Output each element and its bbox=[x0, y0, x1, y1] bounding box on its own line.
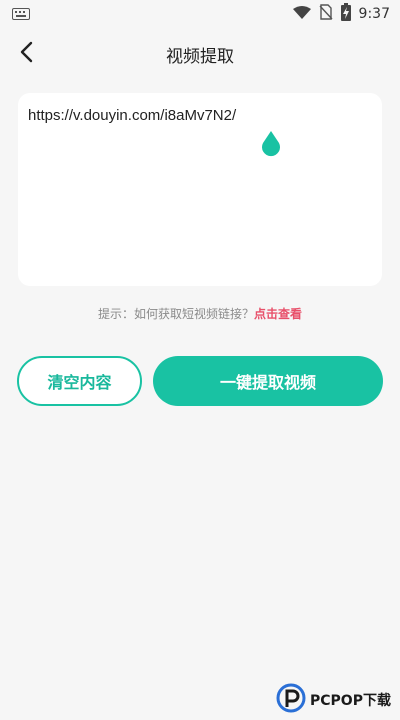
status-time: 9:37 bbox=[358, 6, 390, 22]
no-sim-icon bbox=[319, 4, 333, 24]
text-cursor-handle-icon[interactable] bbox=[259, 129, 283, 157]
page-title: 视频提取 bbox=[166, 46, 234, 67]
status-bar: 9:37 bbox=[0, 0, 400, 28]
watermark-text: PCPOP下载 bbox=[310, 693, 391, 709]
wifi-icon bbox=[292, 5, 311, 24]
hint-view-link[interactable]: 点击查看 bbox=[254, 307, 302, 321]
extract-video-button[interactable]: 一键提取视频 bbox=[153, 356, 383, 406]
hint-text: 提示：如何获取短视频链接？ bbox=[97, 307, 254, 321]
app-bar: 视频提取 bbox=[0, 30, 400, 78]
hint-line: 提示：如何获取短视频链接？点击查看 bbox=[0, 305, 400, 322]
keyboard-icon bbox=[12, 5, 30, 24]
watermark: PCPOP下载 bbox=[276, 683, 400, 717]
battery-charging-icon bbox=[340, 3, 351, 25]
back-button[interactable] bbox=[12, 40, 40, 68]
clear-content-button[interactable]: 清空内容 bbox=[17, 356, 142, 406]
url-input-area[interactable]: https://v.douyin.com/i8aMv7N2/ bbox=[18, 93, 382, 286]
pcpop-logo-icon bbox=[276, 683, 306, 717]
back-arrow-icon bbox=[19, 41, 33, 67]
url-input-value[interactable]: https://v.douyin.com/i8aMv7N2/ bbox=[28, 107, 368, 124]
